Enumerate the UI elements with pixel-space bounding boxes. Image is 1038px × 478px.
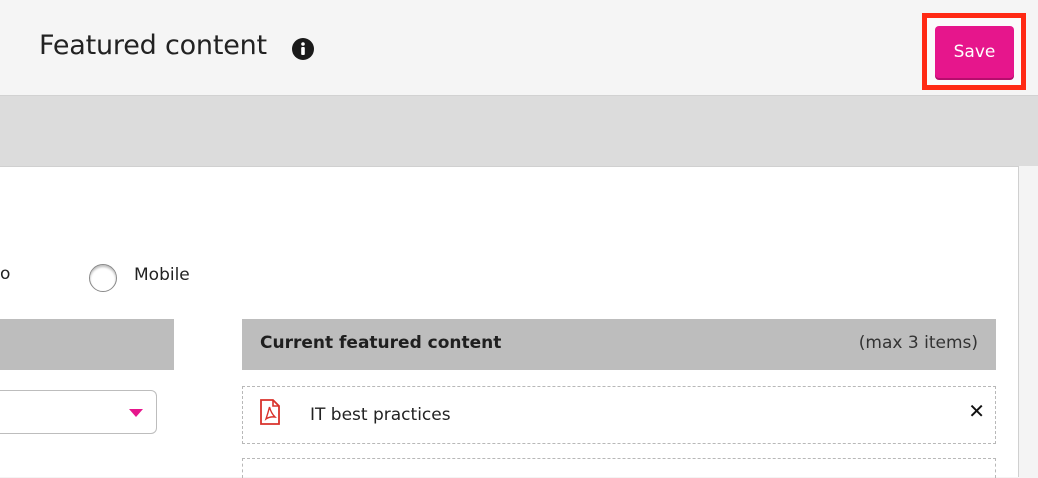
featured-content-header: Current featured content (max 3 items) — [242, 319, 996, 370]
mobile-radio[interactable] — [89, 264, 117, 292]
featured-content-title: Current featured content — [260, 333, 502, 353]
featured-max-items: (max 3 items) — [858, 333, 978, 353]
available-content-header — [0, 319, 174, 370]
pdf-file-icon — [260, 399, 280, 425]
featured-item-slot — [242, 458, 996, 478]
radio-label-cut: o — [0, 264, 11, 284]
save-button[interactable]: Save — [935, 26, 1014, 78]
info-circle-icon[interactable] — [291, 37, 315, 61]
page-title: Featured content — [39, 30, 267, 61]
toolbar-band — [0, 96, 1038, 166]
mobile-radio-label[interactable]: Mobile — [134, 265, 190, 285]
page-header: Featured content — [0, 0, 1038, 96]
featured-item[interactable]: IT best practices ✕ — [242, 386, 996, 444]
chevron-down-icon[interactable] — [129, 409, 143, 417]
featured-item-label: IT best practices — [310, 405, 451, 425]
close-icon[interactable]: ✕ — [968, 399, 985, 423]
